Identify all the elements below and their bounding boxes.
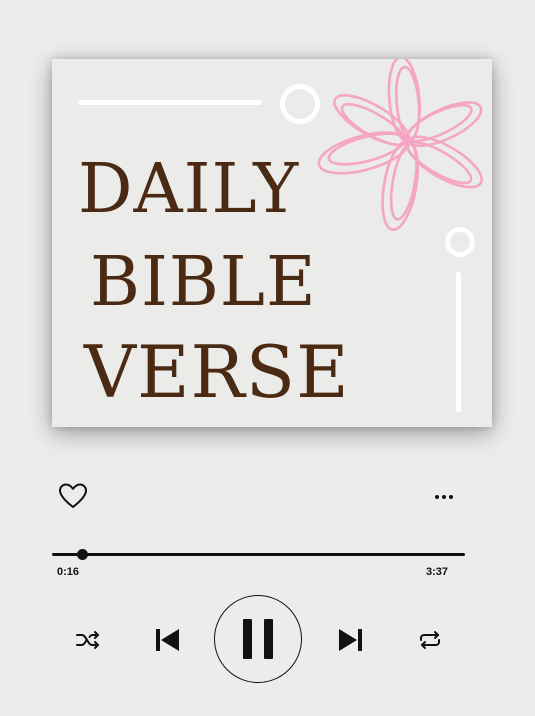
pause-icon: [243, 619, 273, 659]
progress-bar[interactable]: [52, 553, 465, 556]
total-time: 3:37: [426, 566, 449, 578]
album-title-line-1: DAILY: [78, 150, 300, 229]
decorative-line: [78, 100, 262, 105]
decorative-line: [456, 272, 461, 412]
decorative-ring: [445, 227, 475, 257]
flower-icon: [317, 59, 483, 232]
pause-button[interactable]: [214, 595, 302, 683]
skip-previous-icon[interactable]: [152, 626, 182, 654]
album-title-line-3: VERSE: [84, 330, 350, 414]
heart-icon[interactable]: [58, 482, 88, 510]
more-options-icon[interactable]: [430, 487, 458, 505]
album-cover: DAILY BIBLE VERSE: [52, 59, 492, 427]
shuffle-icon[interactable]: [74, 628, 102, 652]
repeat-icon[interactable]: [416, 628, 444, 652]
progress-handle[interactable]: [77, 549, 89, 560]
elapsed-time: 0:16: [57, 566, 80, 578]
album-title-line-2: BIBLE: [90, 243, 317, 322]
skip-next-icon[interactable]: [336, 626, 366, 654]
